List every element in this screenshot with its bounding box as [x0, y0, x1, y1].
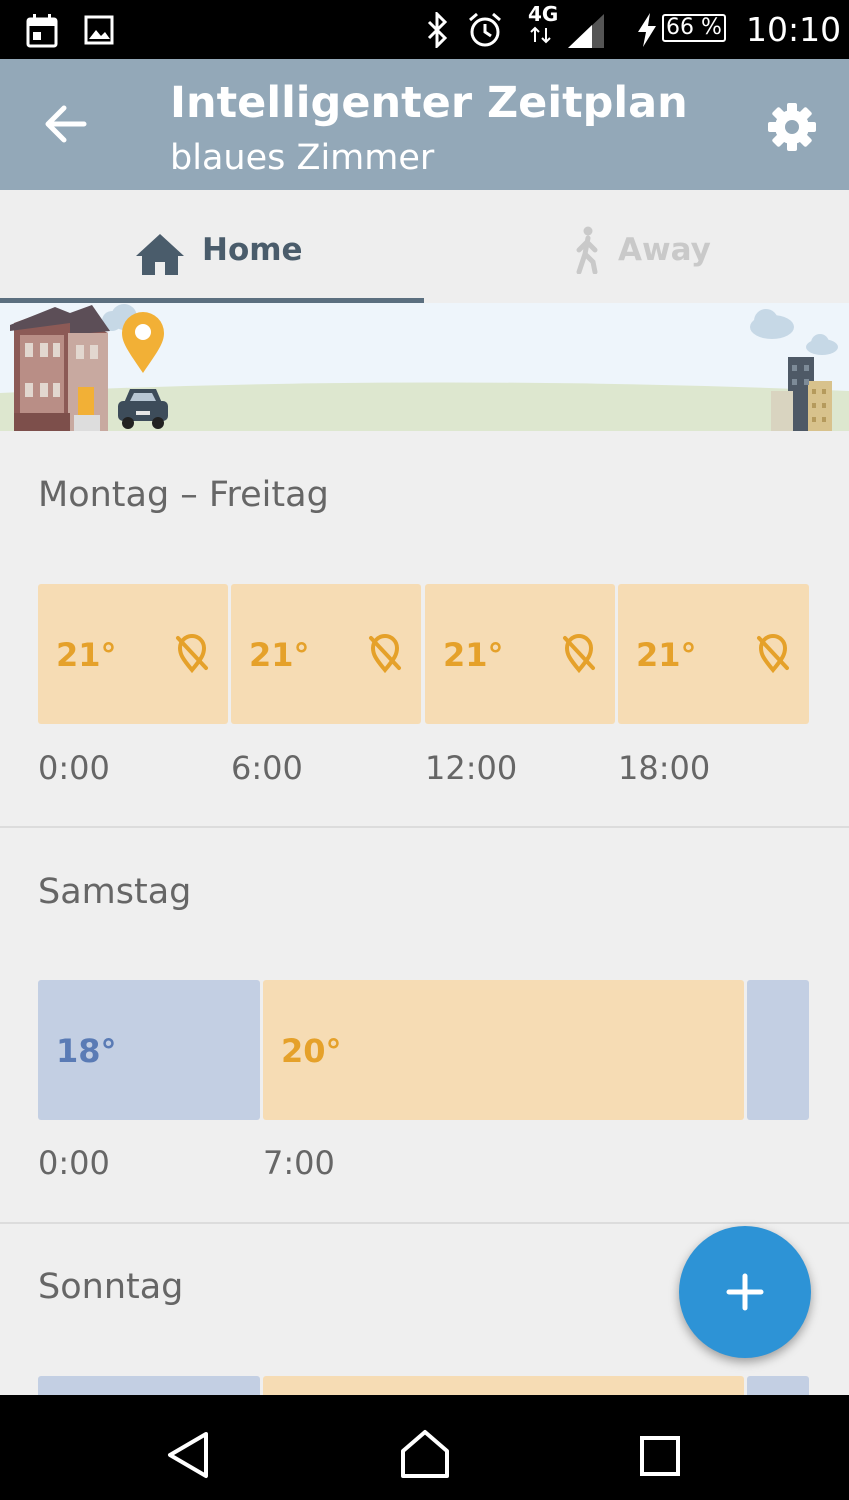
time-label: 18:00	[618, 749, 711, 787]
battery-icon: 66 %	[662, 14, 726, 42]
plus-icon	[726, 1273, 764, 1311]
schedule-block[interactable]: 18°	[38, 980, 260, 1120]
location-pin-icon	[122, 312, 164, 373]
tab-home-label: Home	[202, 232, 303, 268]
location-off-icon	[176, 634, 208, 674]
block-temperature: 21°	[443, 636, 504, 674]
back-triangle-icon[interactable]	[166, 1430, 212, 1480]
time-label: 7:00	[263, 1144, 335, 1182]
tab-away[interactable]: Away	[425, 190, 849, 303]
block-temperature: 21°	[249, 636, 310, 674]
schedule-block[interactable]: 21°	[231, 584, 421, 724]
block-temperature: 18°	[56, 1032, 117, 1070]
schedule-block[interactable]: 21°	[38, 584, 228, 724]
location-off-icon	[563, 634, 595, 674]
schedule-block[interactable]: 21°	[618, 584, 809, 724]
page-subtitle: blaues Zimmer	[170, 138, 435, 178]
schedule-block[interactable]	[38, 1376, 260, 1395]
home-away-illustration	[0, 304, 849, 431]
schedule-block[interactable]: 21°	[425, 584, 615, 724]
battery-level: 66 %	[666, 15, 722, 40]
bluetooth-icon	[427, 12, 448, 48]
section-title: Sonntag	[38, 1267, 184, 1307]
city-buildings-icon	[771, 357, 832, 431]
walking-person-icon	[576, 226, 598, 274]
schedule-weekdays: Montag – Freitag 21° 21° 21° 21° 0:00 6:…	[0, 431, 849, 827]
tab-away-label: Away	[618, 232, 711, 268]
schedule-block[interactable]	[747, 1376, 809, 1395]
arrow-back-icon[interactable]	[44, 104, 88, 144]
add-schedule-button[interactable]	[679, 1226, 811, 1358]
tab-bar: Home Away	[0, 190, 849, 303]
time-label: 0:00	[38, 1144, 110, 1182]
network-4g-label: 4G	[528, 2, 559, 26]
calendar-icon	[26, 14, 58, 48]
clock: 10:10	[746, 10, 842, 49]
cloud-icon	[102, 304, 838, 355]
signal-icon	[568, 14, 604, 48]
image-icon	[84, 15, 114, 45]
home-icon	[136, 234, 184, 275]
gear-icon[interactable]	[766, 101, 818, 153]
block-temperature: 21°	[636, 636, 697, 674]
data-arrows-icon	[530, 26, 551, 44]
house-icon	[10, 305, 110, 431]
navigation-bar	[0, 1395, 849, 1500]
location-off-icon	[757, 634, 789, 674]
recents-square-icon[interactable]	[639, 1435, 681, 1477]
section-title: Samstag	[38, 872, 192, 912]
location-off-icon	[369, 634, 401, 674]
home-nav-icon[interactable]	[399, 1429, 451, 1479]
block-temperature: 20°	[281, 1032, 342, 1070]
page-title: Intelligenter Zeitplan	[170, 78, 688, 128]
schedule-block[interactable]	[263, 1376, 744, 1395]
status-bar: 4G 66 % 10:10	[0, 0, 849, 59]
time-label: 6:00	[231, 749, 303, 787]
section-title: Montag – Freitag	[38, 475, 329, 515]
schedule-block[interactable]: 20°	[263, 980, 744, 1120]
header-illustration	[0, 303, 849, 431]
alarm-icon	[469, 12, 501, 47]
block-temperature: 21°	[56, 636, 117, 674]
schedule-block[interactable]	[747, 980, 809, 1120]
time-label: 0:00	[38, 749, 110, 787]
charging-icon	[638, 13, 656, 47]
schedule-saturday: Samstag 18° 20° 0:00 7:00	[0, 828, 849, 1222]
time-label: 12:00	[425, 749, 518, 787]
tab-home[interactable]: Home	[0, 190, 424, 303]
